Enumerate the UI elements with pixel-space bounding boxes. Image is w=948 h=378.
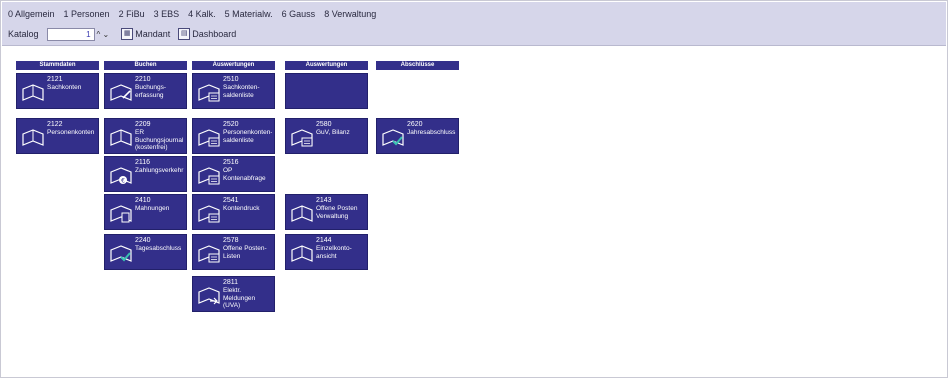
menu-item-ebs[interactable]: 3 EBS xyxy=(154,9,180,21)
book-list-icon xyxy=(197,205,221,223)
col-header-auswertungen-2: Auswertungen xyxy=(285,61,368,70)
book-list-icon xyxy=(197,245,221,263)
tile-2240-tagesabschluss[interactable]: 2240 Tagesabschluss xyxy=(104,234,187,270)
katalog-spinner[interactable]: ^ ⌄ xyxy=(97,30,110,39)
tile-2144-einzelkontoansicht[interactable]: 2144 Einzelkonto- ansicht xyxy=(285,234,368,270)
tile-label: Elektr. Meldungen (UVA) xyxy=(223,287,256,309)
book-euro-icon: € xyxy=(109,167,133,185)
menu-item-personen[interactable]: 1 Personen xyxy=(64,9,110,21)
tile-label: Sachkonten xyxy=(47,84,82,91)
tile-code: 2240 xyxy=(135,237,151,244)
tile-label: ER Buchungsjournal (kostenfrei) xyxy=(135,129,184,151)
tile-label: OP Kontenabfrage xyxy=(223,167,266,182)
tile-code: 2410 xyxy=(135,197,151,204)
tile-label: Personenkonten xyxy=(47,129,95,136)
tile-2143-offene-posten-verwaltung[interactable]: 2143 Offene Posten Verwaltung xyxy=(285,194,368,230)
tile-code: 2210 xyxy=(135,76,151,83)
tile-2209-er-buchungsjournal[interactable]: 2209 ER Buchungsjournal (kostenfrei) xyxy=(104,118,187,154)
window: 0 Allgemein 1 Personen 2 FiBu 3 EBS 4 Ka… xyxy=(0,0,948,378)
tile-2122-personenkonten[interactable]: 2122 Personenkonten xyxy=(16,118,99,154)
book-list-icon xyxy=(290,129,314,147)
tile-code: 2209 xyxy=(135,121,151,128)
book-check-icon xyxy=(381,129,405,147)
tile-code: 2580 xyxy=(316,121,332,128)
tile-code: 2811 xyxy=(223,279,239,286)
tile-2541-kontendruck[interactable]: 2541 Kontendruck xyxy=(192,194,275,230)
tile-label: GuV, Bilanz xyxy=(316,129,350,136)
tile-2620-jahresabschluss[interactable]: 2620 Jahresabschluss xyxy=(376,118,459,154)
tile-label: Offene Posten- Listen xyxy=(223,245,267,260)
tile-label: Zahlungsverkehr xyxy=(135,167,184,174)
tile-2516-op-kontenabfrage[interactable]: 2516 OP Kontenabfrage xyxy=(192,156,275,192)
tile-label: Personenkonten- saldenliste xyxy=(223,129,272,144)
tile-code: 2144 xyxy=(316,237,332,244)
tile-2116-zahlungsverkehr[interactable]: € 2116 Zahlungsverkehr xyxy=(104,156,187,192)
col-header-buchen: Buchen xyxy=(104,61,187,70)
book-icon xyxy=(290,245,314,263)
tile-code: 2620 xyxy=(407,121,423,128)
katalog-field[interactable]: 1 xyxy=(46,27,95,41)
col-header-stammdaten: Stammdaten xyxy=(16,61,99,70)
tile-2210-buchungserfassung[interactable]: 2210 Buchungs- erfassung xyxy=(104,73,187,109)
book-list-icon xyxy=(197,129,221,147)
tile-label: Sachkonten- saldenliste xyxy=(223,84,260,99)
book-list-icon xyxy=(197,167,221,185)
svg-text:€: € xyxy=(121,178,125,185)
book-icon xyxy=(21,84,45,102)
main-menu: 0 Allgemein 1 Personen 2 FiBu 3 EBS 4 Ka… xyxy=(8,9,376,21)
menu-item-verwaltung[interactable]: 8 Verwaltung xyxy=(324,9,376,21)
tile-label: Kontendruck xyxy=(223,205,260,212)
book-arrow-icon xyxy=(197,287,221,305)
dashboard-icon: ▤ xyxy=(178,28,191,40)
mandant-button[interactable]: ▦ Mandant xyxy=(121,28,170,40)
col-header-abschluesse: Abschlüsse xyxy=(376,61,459,70)
tile-2410-mahnungen[interactable]: 2410 Mahnungen xyxy=(104,194,187,230)
menu-item-materialw[interactable]: 5 Materialw. xyxy=(225,9,273,21)
tile-label: Offene Posten Verwaltung xyxy=(316,205,358,220)
tile-code: 2122 xyxy=(47,121,63,128)
mandant-label: Mandant xyxy=(135,29,171,39)
tile-2578-offene-posten-listen[interactable]: 2578 Offene Posten- Listen xyxy=(192,234,275,270)
tile-label: Buchungs- erfassung xyxy=(135,84,167,99)
tile-code: 2116 xyxy=(135,159,151,166)
tile-2580-guv-bilanz[interactable]: 2580 GuV, Bilanz xyxy=(285,118,368,154)
book-icon xyxy=(21,129,45,147)
tile-code: 2578 xyxy=(223,237,239,244)
dashboard-button[interactable]: ▤ Dashboard xyxy=(178,28,236,40)
tile-2510-sachkontensaldenliste[interactable]: 2510 Sachkonten- saldenliste xyxy=(192,73,275,109)
tile-label: Tagesabschluss xyxy=(135,245,182,252)
book-list-icon xyxy=(197,84,221,102)
tile-code: 2541 xyxy=(223,197,239,204)
katalog-label: Katalog xyxy=(8,29,39,39)
book-icon xyxy=(109,129,133,147)
mandant-icon: ▦ xyxy=(121,28,134,40)
tile-code: 2520 xyxy=(223,121,239,128)
menu-item-gauss[interactable]: 6 Gauss xyxy=(282,9,316,21)
col-header-auswertungen-1: Auswertungen xyxy=(192,61,275,70)
book-icon xyxy=(290,205,314,223)
tile-label: Einzelkonto- ansicht xyxy=(316,245,352,260)
tile-label: Jahresabschluss xyxy=(407,129,456,136)
top-bar: 0 Allgemein 1 Personen 2 FiBu 3 EBS 4 Ka… xyxy=(2,2,946,46)
tile-empty xyxy=(285,73,368,109)
book-check-icon xyxy=(109,245,133,263)
tile-label: Mahnungen xyxy=(135,205,170,212)
menu-item-fibu[interactable]: 2 FiBu xyxy=(119,9,145,21)
tile-code: 2121 xyxy=(47,76,63,83)
menu-item-allgemein[interactable]: 0 Allgemein xyxy=(8,9,55,21)
tile-2520-personenkontensaldenliste[interactable]: 2520 Personenkonten- saldenliste xyxy=(192,118,275,154)
toolbar: Katalog 1 ^ ⌄ ▦ Mandant ▤ Dashboard xyxy=(8,26,244,42)
tile-code: 2516 xyxy=(223,159,239,166)
katalog-value: 1 xyxy=(86,29,91,39)
tile-board: Stammdaten Buchen Auswertungen Auswertun… xyxy=(1,47,947,377)
tile-code: 2510 xyxy=(223,76,239,83)
menu-item-kalk[interactable]: 4 Kalk. xyxy=(188,9,216,21)
book-pen-icon xyxy=(109,84,133,102)
tile-2811-elektr-meldungen[interactable]: 2811 Elektr. Meldungen (UVA) xyxy=(192,276,275,312)
book-doc-icon xyxy=(109,205,133,223)
dashboard-label: Dashboard xyxy=(192,29,237,39)
tile-2121-sachkonten[interactable]: 2121 Sachkonten xyxy=(16,73,99,109)
tile-code: 2143 xyxy=(316,197,332,204)
